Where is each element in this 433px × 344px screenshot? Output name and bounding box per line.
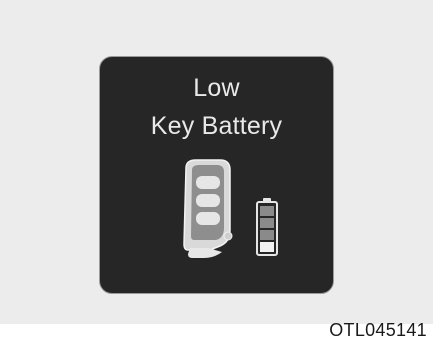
warning-message-line-1: Low [193,74,240,102]
warning-message-line-2: Key Battery [150,112,283,140]
smart-key-fob-icon [183,159,233,258]
battery-low-icon [256,198,278,256]
figure-code: OTL045141 [329,320,427,340]
